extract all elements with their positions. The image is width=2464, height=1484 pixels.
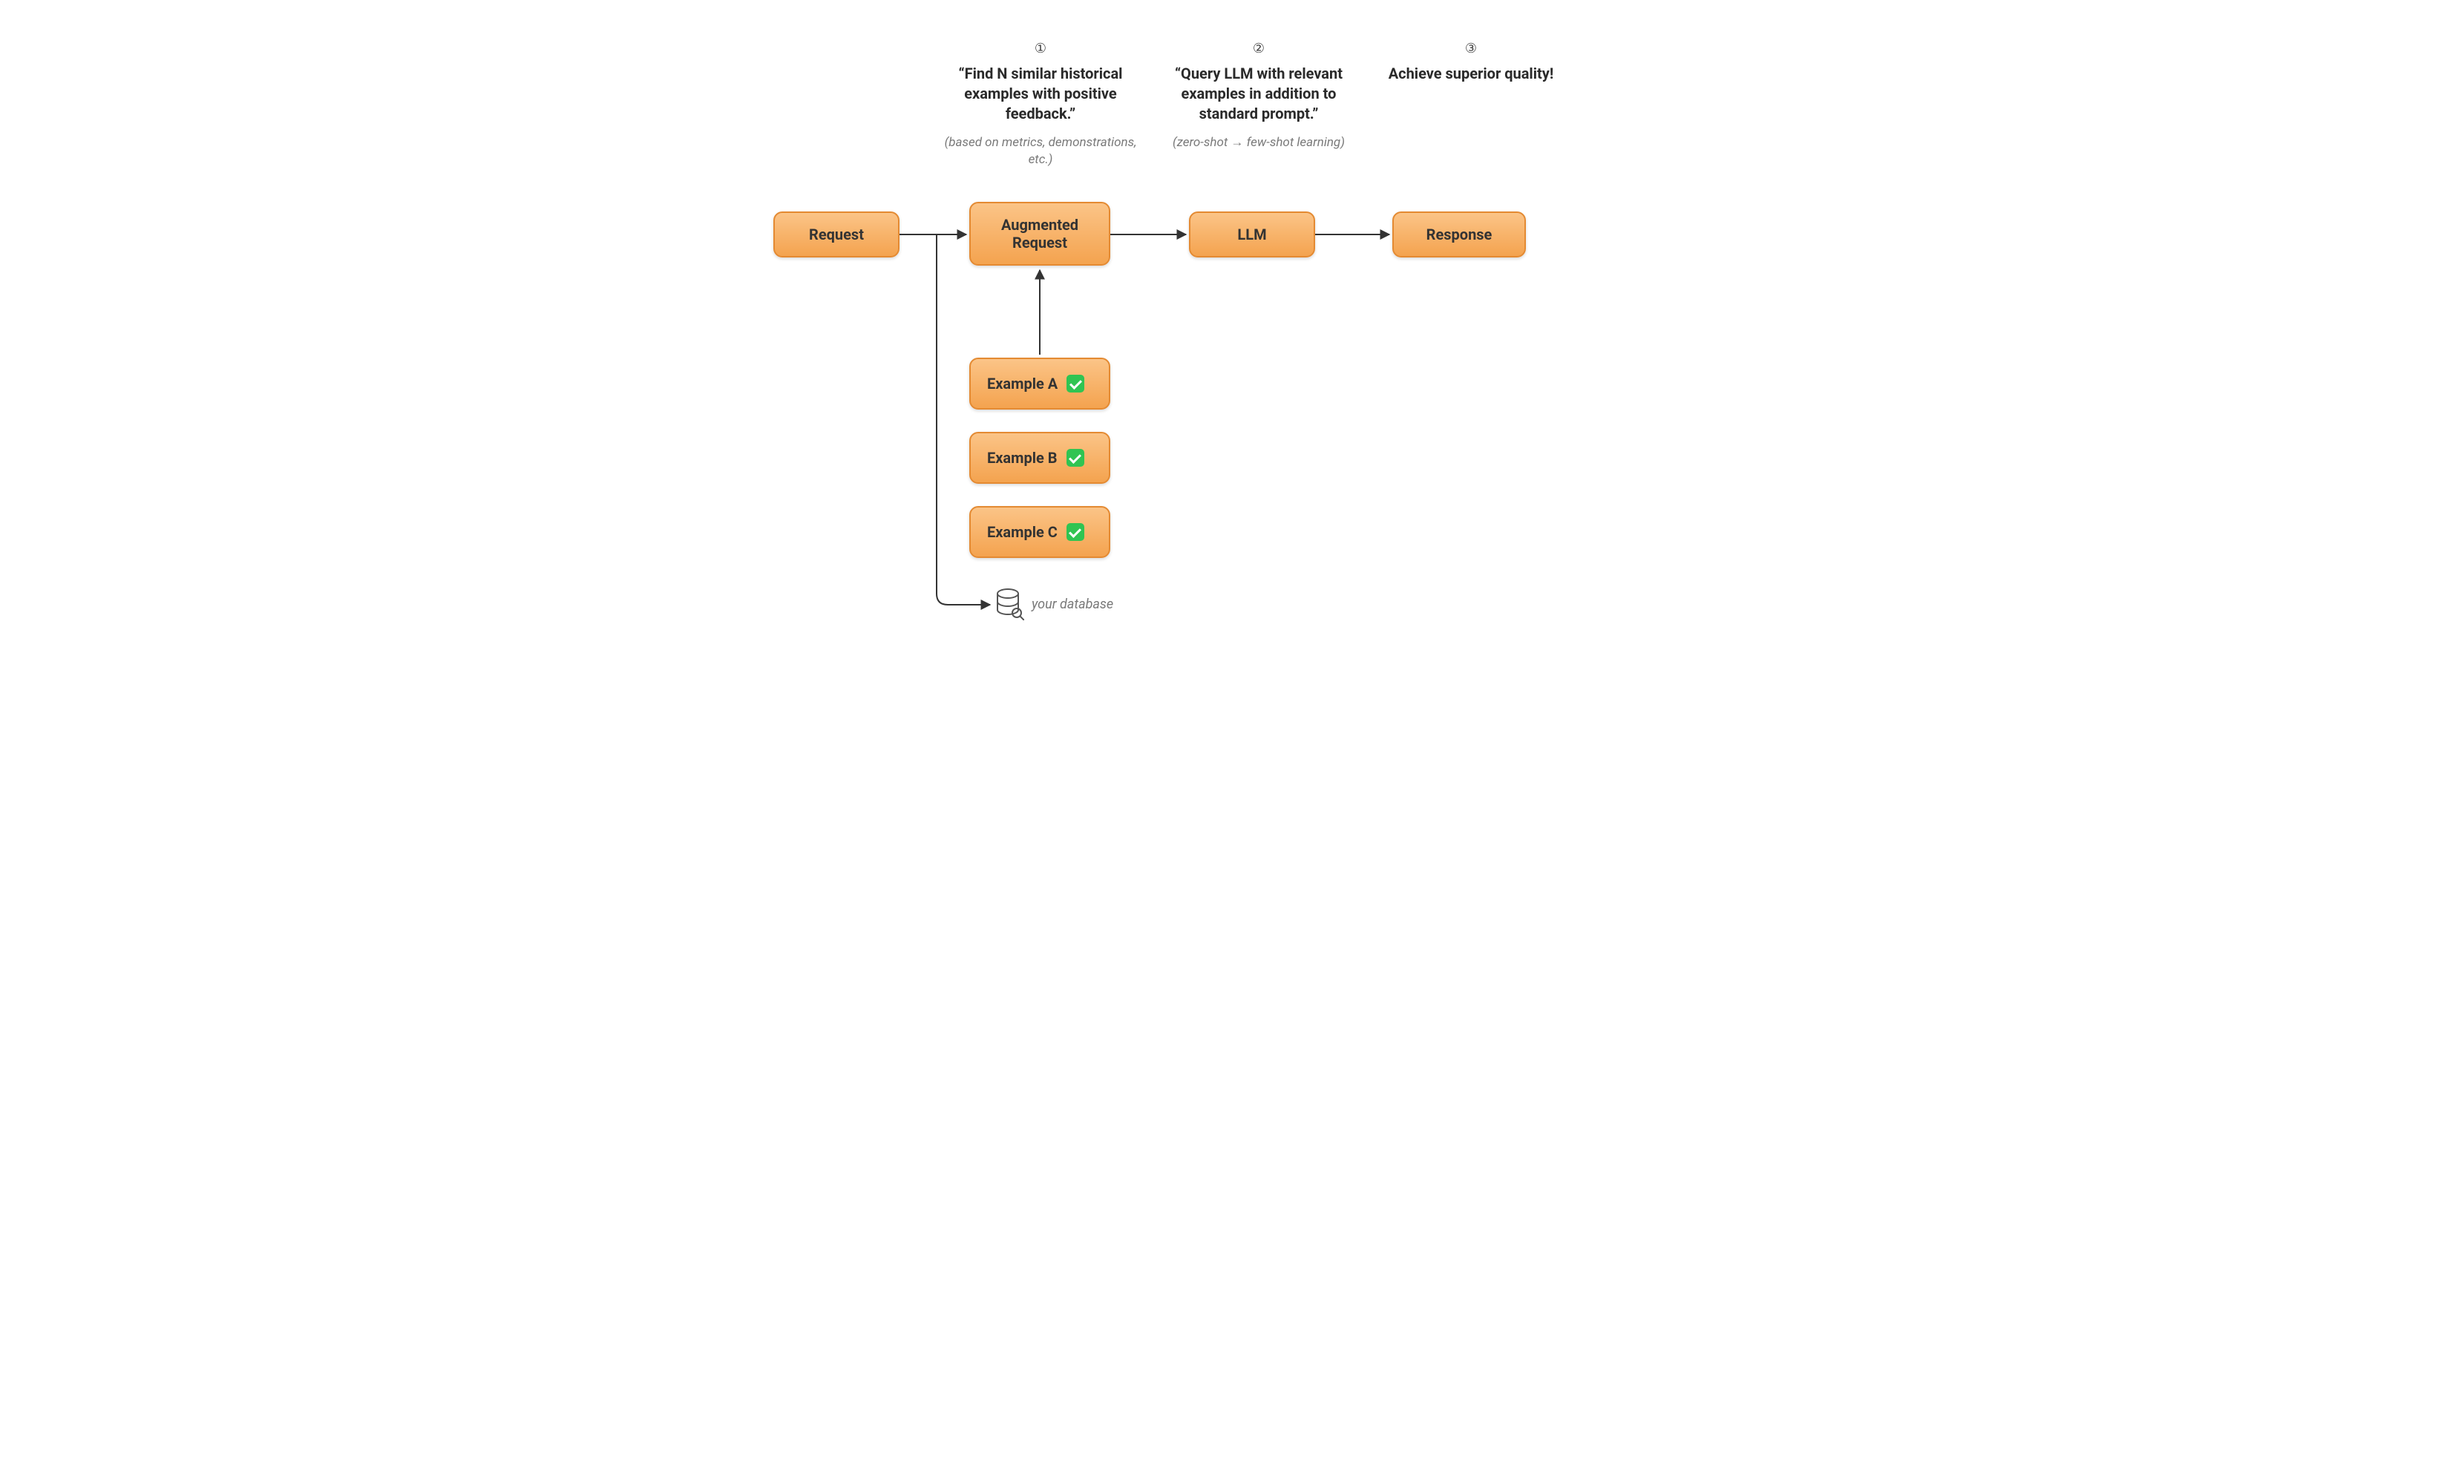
node-example-c: Example C [969,506,1110,558]
node-response-label: Response [1426,226,1493,243]
step-3-title: Achieve superior quality! [1374,64,1567,84]
step-2-title: “Query LLM with relevant examples in add… [1155,64,1363,124]
database-icon [995,588,1024,623]
node-augmented-request-label: Augmented Request [984,216,1095,252]
step-1-number: ① [944,41,1137,56]
step-1-subtitle: (based on metrics, demonstrations, etc.) [944,134,1137,168]
check-icon [1066,375,1084,393]
step-3-header: ③ Achieve superior quality! [1374,41,1567,84]
node-request-label: Request [809,226,864,243]
check-icon [1066,523,1084,541]
node-request: Request [773,211,900,257]
check-icon [1066,449,1084,467]
node-llm-label: LLM [1237,226,1266,243]
node-example-c-label: Example C [987,523,1058,541]
node-example-a: Example A [969,358,1110,410]
database-label: your database [1032,597,1113,612]
node-example-b-label: Example B [987,449,1058,467]
step-3-number: ③ [1374,41,1567,56]
node-response: Response [1392,211,1526,257]
node-example-b: Example B [969,432,1110,484]
step-1-header: ① “Find N similar historical examples wi… [944,41,1137,168]
node-augmented-request: Augmented Request [969,202,1110,266]
node-example-a-label: Example A [987,375,1058,393]
step-1-title: “Find N similar historical examples with… [944,64,1137,124]
node-llm: LLM [1189,211,1315,257]
step-2-header: ② “Query LLM with relevant examples in a… [1155,41,1363,151]
diagram-canvas: ① “Find N similar historical examples wi… [662,0,1802,686]
step-2-subtitle: (zero-shot → few-shot learning) [1155,134,1363,151]
step-2-number: ② [1155,41,1363,56]
